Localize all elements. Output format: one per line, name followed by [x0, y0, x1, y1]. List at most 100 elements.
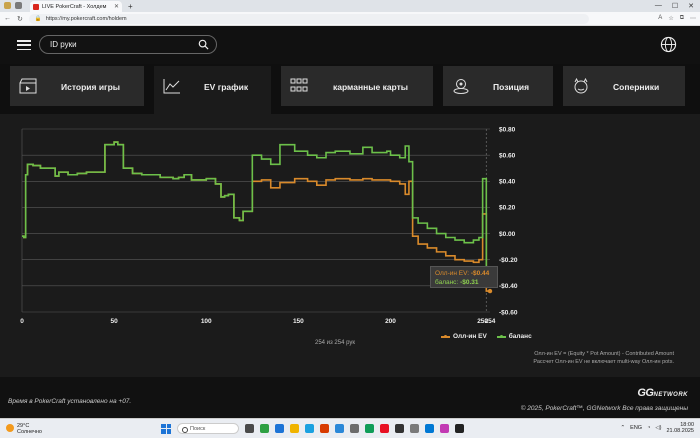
- ev-graph-panel: $0.80 $0.60 $0.40 $0.20 $0.00 -$0.20 -$0.40 -$0…: [10, 114, 690, 377]
- wifi-icon[interactable]: ◔: [647, 425, 650, 431]
- weather-text: Солнечно: [17, 429, 42, 435]
- tooltip-balance: баланс: -$0.31: [435, 278, 493, 287]
- language-indicator[interactable]: ENG: [630, 425, 642, 431]
- tab-pocket-cards[interactable]: карманные карты: [281, 66, 433, 106]
- url-field[interactable]: 🔒 https://my.pokercraft.com/holdem: [28, 13, 589, 24]
- app-icon[interactable]: [260, 424, 269, 433]
- app-icon[interactable]: [320, 424, 329, 433]
- y-tick-label: $0.80: [499, 126, 516, 133]
- browser-tab-strip: LIVE PokerCraft - Холдем ✕ + — ☐ ✕: [0, 0, 700, 12]
- profile-icon[interactable]: [4, 2, 11, 9]
- x-tick-label: 150: [293, 318, 304, 325]
- tooltip-balance-label: баланс:: [435, 279, 459, 286]
- app-icon[interactable]: [440, 424, 449, 433]
- tray-chevron-icon[interactable]: ⌃: [621, 425, 626, 431]
- read-aloud-icon[interactable]: A: [658, 15, 662, 22]
- clock[interactable]: 18:00 21.08.2025: [666, 422, 694, 434]
- devil-face-icon: [574, 78, 588, 94]
- tooltip-ev: Олл-ин EV: -$0.44: [435, 269, 493, 278]
- ev-formula-note: Олл-ин EV = (Equity * Pot Amount) - Cont…: [533, 350, 674, 366]
- maximize-icon[interactable]: ☐: [672, 2, 678, 10]
- ev-series-line: [22, 141, 490, 292]
- clock-date: 21.08.2025: [666, 428, 694, 434]
- y-tick-label: $0.20: [499, 205, 516, 212]
- app-icon[interactable]: [395, 424, 404, 433]
- windows-start-icon[interactable]: [161, 423, 171, 434]
- pokercraft-favicon-icon: [33, 3, 39, 10]
- app-icon[interactable]: [410, 424, 419, 433]
- grid-icon: [290, 78, 308, 92]
- tab-label: История игры: [61, 82, 121, 92]
- y-tick-label: $0.60: [499, 152, 516, 159]
- app-icon[interactable]: [455, 424, 464, 433]
- x-tick-label: 100: [201, 318, 212, 325]
- x-tick-label: 0: [20, 318, 24, 325]
- os-taskbar: 29°C Солнечно Поиск ⌃ ENG ◔ ◁) 18:00 21.08…: [0, 418, 700, 438]
- tab-label: карманные карты: [333, 82, 409, 92]
- hands-count: 254 из 254 рук: [314, 340, 356, 346]
- url-text: https://my.pokercraft.com/holdem: [45, 15, 127, 22]
- x-tick-label: 50: [111, 318, 119, 325]
- volume-icon[interactable]: ◁): [655, 425, 661, 431]
- ev-point: [487, 288, 493, 294]
- y-tick-label: -$0.60: [499, 309, 518, 316]
- ev-line-chart[interactable]: $0.80 $0.60 $0.40 $0.20 $0.00 -$0.20 -$0.40 -$0…: [10, 114, 690, 339]
- browser-tab[interactable]: LIVE PokerCraft - Холдем ✕: [30, 1, 122, 12]
- legend-item-balance[interactable]: баланс: [496, 333, 532, 340]
- logo-network: NETWORK: [653, 392, 688, 398]
- note-line: Олл-ин EV = (Equity * Pot Amount) - Cont…: [534, 351, 674, 357]
- menu-dots-icon[interactable]: ⋯: [690, 15, 696, 22]
- tab-actions-icon[interactable]: [15, 2, 22, 9]
- legend-label-ev: Олл-ин EV: [453, 333, 487, 340]
- y-tick-label: -$0.40: [499, 283, 518, 290]
- line-chart-icon: [163, 79, 180, 94]
- app-icon[interactable]: [335, 424, 344, 433]
- minimize-icon[interactable]: —: [655, 2, 662, 10]
- tooltip-ev-label: Олл-ин EV:: [435, 270, 469, 277]
- app-icon[interactable]: [365, 424, 374, 433]
- chart-tooltip: Олл-ин EV: -$0.44 баланс: -$0.31: [430, 266, 498, 288]
- edge-icon[interactable]: [305, 424, 314, 433]
- x-tick-label: 254: [485, 318, 496, 325]
- close-tab-icon[interactable]: ✕: [114, 3, 119, 10]
- chart-legend: Олл-ин EV баланс: [441, 333, 532, 340]
- taskbar-search[interactable]: Поиск: [177, 423, 239, 434]
- globe-language-icon[interactable]: [660, 36, 677, 53]
- tooltip-balance-value: -$0.31: [460, 279, 479, 286]
- note-line: Рассчет Олл-ин EV не включает multi-way …: [533, 359, 674, 365]
- balance-series-line: [22, 141, 490, 275]
- browser-tab-title: LIVE PokerCraft - Холдем: [42, 3, 107, 10]
- hand-id-search-input[interactable]: ID руки: [39, 35, 217, 54]
- task-view-icon[interactable]: [245, 424, 254, 433]
- app-icon[interactable]: [380, 424, 389, 433]
- app-icon[interactable]: [425, 424, 434, 433]
- y-tick-label: -$0.20: [499, 257, 518, 264]
- legend-swatch-ev: [441, 334, 450, 338]
- tab-position[interactable]: Позиция: [443, 66, 553, 106]
- x-tick-label: 200: [385, 318, 396, 325]
- hamburger-menu-icon[interactable]: [17, 40, 31, 50]
- favorite-star-icon[interactable]: ☆: [668, 15, 673, 22]
- y-tick-label: $0.00: [499, 231, 516, 238]
- new-tab-icon[interactable]: +: [128, 2, 133, 11]
- logo-gg: GG: [637, 387, 654, 399]
- tab-opponents[interactable]: Соперники: [563, 66, 685, 106]
- search-icon[interactable]: [198, 39, 209, 50]
- back-icon[interactable]: ←: [4, 15, 11, 22]
- ggnetwork-logo: GGNETWORK: [637, 387, 688, 399]
- tab-label: EV график: [204, 82, 249, 92]
- extensions-icon[interactable]: ⧉: [680, 15, 684, 22]
- legend-item-ev[interactable]: Олл-ин EV: [441, 333, 487, 340]
- tab-ev-graph[interactable]: EV график: [154, 66, 271, 114]
- tab-game-history[interactable]: История игры: [10, 66, 144, 106]
- legend-swatch-balance: [496, 334, 506, 338]
- file-explorer-icon[interactable]: [290, 424, 299, 433]
- lock-icon: 🔒: [34, 15, 42, 22]
- window-controls: — ☐ ✕: [655, 2, 700, 10]
- report-tabs: История игры EV график карманные карты П…: [0, 64, 700, 114]
- refresh-icon[interactable]: ↻: [17, 15, 23, 23]
- close-window-icon[interactable]: ✕: [688, 2, 694, 10]
- app-icon[interactable]: [350, 424, 359, 433]
- app-icon[interactable]: [275, 424, 284, 433]
- browser-profile-icons: [4, 2, 22, 9]
